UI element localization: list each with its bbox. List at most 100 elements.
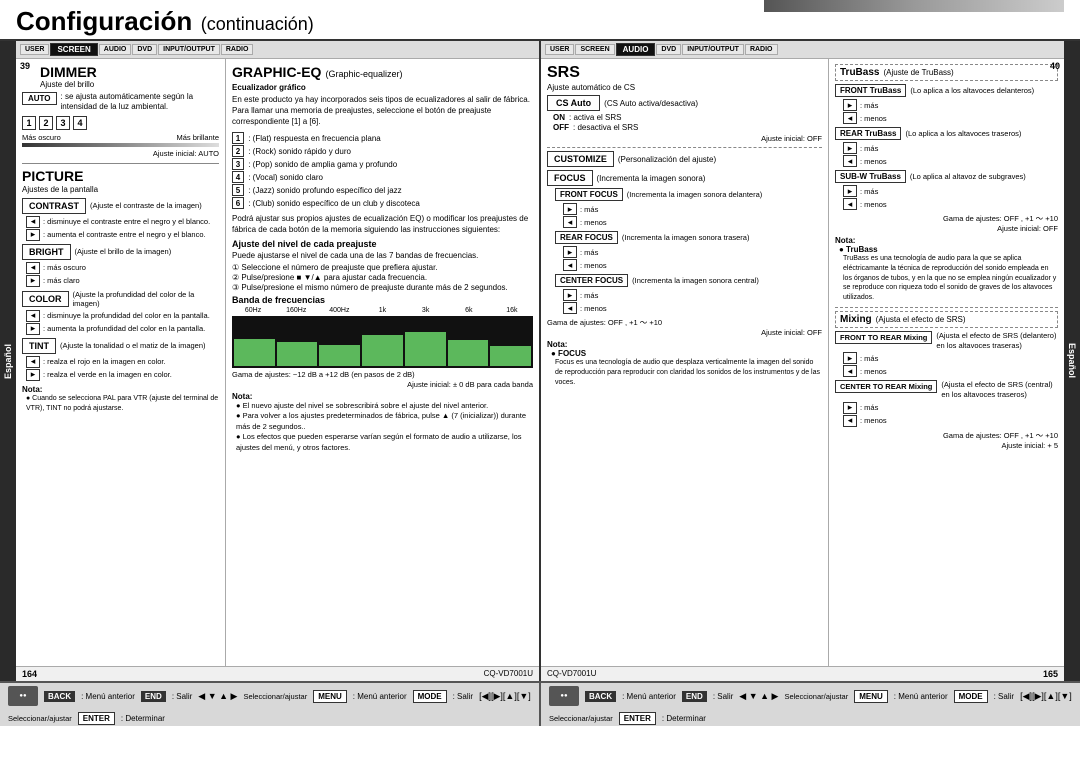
eq-nota1: ● El nuevo ajuste del nivel se sobrescri… <box>236 401 533 412</box>
rear-focus-less-btn[interactable]: ◂ <box>563 259 577 271</box>
tab-io-left[interactable]: INPUT/OUTPUT <box>158 44 220 55</box>
color-more-btn[interactable]: ▸ <box>26 323 40 335</box>
crm-more-btn[interactable]: ▸ <box>843 402 857 414</box>
crm-less-btn[interactable]: ◂ <box>843 415 857 427</box>
off-row: OFF : desactiva el SRS <box>553 123 822 132</box>
frm-less-btn[interactable]: ◂ <box>843 365 857 377</box>
preset-3[interactable]: 3 <box>56 116 70 130</box>
tint-less-btn[interactable]: ◂ <box>26 356 40 368</box>
col3-ajuste-inicial: Ajuste inicial: OFF <box>547 328 822 337</box>
front-trubass-button[interactable]: FRONT TruBass <box>835 84 906 97</box>
preset-4[interactable]: 4 <box>73 116 87 130</box>
enter-desc-right: : Determinar <box>662 714 706 723</box>
color-less-btn[interactable]: ◂ <box>26 310 40 322</box>
subw-more-btn[interactable]: ▸ <box>843 185 857 197</box>
center-focus-more-btn[interactable]: ▸ <box>563 289 577 301</box>
rear-trubass-button[interactable]: REAR TruBass <box>835 127 901 140</box>
subw-button[interactable]: SUB-W TruBass <box>835 170 906 183</box>
page-num-165: 165 <box>1043 669 1058 679</box>
enter-btn-left[interactable]: ENTER <box>78 712 115 725</box>
rt-more-btn[interactable]: ▸ <box>843 142 857 154</box>
frm-button[interactable]: FRONT TO REAR Mixing <box>835 331 932 344</box>
rear-focus-button[interactable]: REAR FOCUS <box>555 231 618 244</box>
footer-right: ●● BACK : Menú anterior END : Salir ◀ ▼ … <box>541 683 1080 726</box>
menu-btn-left[interactable]: MENU <box>313 690 347 703</box>
back-btn-left[interactable]: BACK <box>44 691 75 702</box>
rt-less-btn[interactable]: ◂ <box>843 155 857 167</box>
front-trubass-row: FRONT TruBass (Lo aplica a los altavoces… <box>835 84 1058 97</box>
frm-more-btn[interactable]: ▸ <box>843 352 857 364</box>
tab-screen-left[interactable]: SCREEN <box>50 43 97 56</box>
ft-less-btn[interactable]: ◂ <box>843 112 857 124</box>
bright-less-btn[interactable]: ◂ <box>26 262 40 274</box>
tint-more-text: : realza el verde en la imagen en color. <box>43 370 172 379</box>
auto-button[interactable]: AUTO <box>22 92 57 105</box>
tab-io-right[interactable]: INPUT/OUTPUT <box>682 44 744 55</box>
col1-nota: Nota: ● Cuando se selecciona PAL para VT… <box>22 385 219 414</box>
tint-button[interactable]: TINT <box>22 338 56 354</box>
mode-btn-right[interactable]: MODE <box>954 690 988 703</box>
back-desc-right: : Menú anterior <box>622 692 676 701</box>
tab-audio-left[interactable]: AUDIO <box>99 44 132 55</box>
ft-more-btn[interactable]: ▸ <box>843 99 857 111</box>
on-desc: : activa el SRS <box>569 113 621 122</box>
crm-button[interactable]: CENTER TO REAR Mixing <box>835 380 937 393</box>
banda-freq-title: Banda de frecuencias <box>232 295 533 305</box>
tab-screen-right[interactable]: SCREEN <box>575 44 614 55</box>
crm-row: CENTER TO REAR Mixing (Ajusta el efecto … <box>835 380 1058 400</box>
contrast-button[interactable]: CONTRAST <box>22 198 86 214</box>
bar-6k <box>448 340 489 366</box>
tab-radio-right[interactable]: RADIO <box>745 44 778 55</box>
col3-nota-text: Focus es una tecnología de audio que des… <box>555 358 822 387</box>
front-focus-button[interactable]: FRONT FOCUS <box>555 188 623 201</box>
back-btn-right[interactable]: BACK <box>585 691 616 702</box>
tint-less-row: ◂ : realza el rojo en la imagen en color… <box>26 356 219 368</box>
mode-btn-left[interactable]: MODE <box>413 690 447 703</box>
preset-1[interactable]: 1 <box>22 116 36 130</box>
bar-60hz <box>234 339 275 366</box>
tab-dvd-left[interactable]: DVD <box>132 44 157 55</box>
customize-section: CUSTOMIZE (Personalización del ajuste) F… <box>547 151 822 387</box>
contrast-less-btn[interactable]: ◂ <box>26 216 40 228</box>
rear-focus-more-btn[interactable]: ▸ <box>563 246 577 258</box>
graphic-eq-paren: (Graphic-equalizer) <box>325 69 402 79</box>
arrows-right: ◀ ▼ ▲ ▶ <box>739 691 778 702</box>
bar-160hz <box>277 342 318 366</box>
graphic-eq-header: GRAPHIC-EQ (Graphic-equalizer) <box>232 64 533 80</box>
header-image <box>764 0 1064 12</box>
crm-less-row: ◂ : menos <box>843 415 1058 427</box>
end-btn-right[interactable]: END <box>682 691 707 702</box>
front-focus-less-btn[interactable]: ◂ <box>563 216 577 228</box>
color-button[interactable]: COLOR <box>22 291 69 307</box>
srs-desc: Ajuste automático de CS <box>547 83 822 92</box>
col4-nota-text: TruBass es una tecnología de audio para … <box>843 254 1058 303</box>
focus-button[interactable]: FOCUS <box>547 170 593 186</box>
center-focus-button[interactable]: CENTER FOCUS <box>555 274 628 287</box>
tab-audio-right[interactable]: AUDIO <box>616 43 656 56</box>
center-focus-less-btn[interactable]: ◂ <box>563 302 577 314</box>
front-focus-more-btn[interactable]: ▸ <box>563 203 577 215</box>
customize-desc: (Personalización del ajuste) <box>618 155 716 164</box>
graphic-eq-title: GRAPHIC-EQ <box>232 64 321 80</box>
contrast-more-btn[interactable]: ▸ <box>26 229 40 241</box>
col4-gama: Gama de ajustes: OFF , +1 ～ +10 <box>835 213 1058 224</box>
band-3k: 3k <box>405 307 447 314</box>
bar-400hz <box>319 345 360 366</box>
preset-2[interactable]: 2 <box>39 116 53 130</box>
tab-radio-left[interactable]: RADIO <box>221 44 254 55</box>
left-tab-bar: USER SCREEN AUDIO DVD INPUT/OUTPUT RADIO <box>16 41 539 59</box>
customize-button[interactable]: CUSTOMIZE <box>547 151 614 167</box>
tab-user-right[interactable]: USER <box>545 44 574 55</box>
tint-more-btn[interactable]: ▸ <box>26 369 40 381</box>
subw-less-btn[interactable]: ◂ <box>843 198 857 210</box>
eq-nota-label: Nota: <box>232 392 533 401</box>
tab-user-left[interactable]: USER <box>20 44 49 55</box>
bright-button[interactable]: BRIGHT <box>22 244 71 260</box>
end-btn-left[interactable]: END <box>141 691 166 702</box>
tab-dvd-right[interactable]: DVD <box>656 44 681 55</box>
enter-btn-right[interactable]: ENTER <box>619 712 656 725</box>
col1-nota-text: ● Cuando se selecciona PAL para VTR (aju… <box>26 394 219 414</box>
cs-auto-button[interactable]: CS Auto <box>547 95 600 111</box>
bright-more-btn[interactable]: ▸ <box>26 275 40 287</box>
menu-btn-right[interactable]: MENU <box>854 690 888 703</box>
